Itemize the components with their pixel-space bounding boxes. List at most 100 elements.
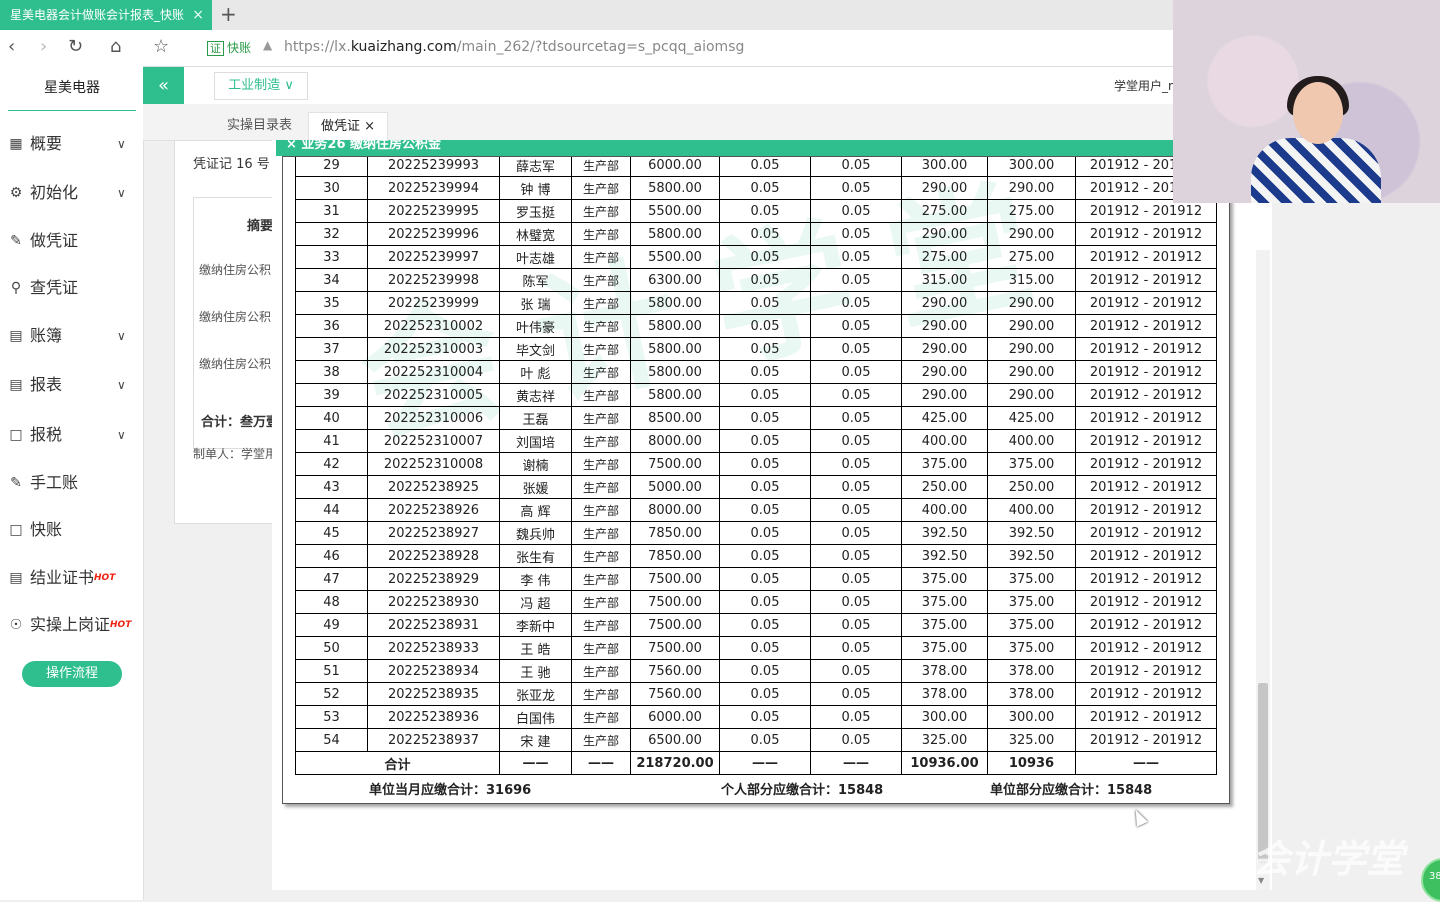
sidebar-item-init[interactable]: ⚙ 初始化 ∨ (0, 178, 143, 208)
table-cell: 林璧宽 (499, 222, 572, 246)
table-row: 47 20225238929 李 伟生产部 7500.00 0.05 0.05 375.00… (295, 567, 1217, 591)
sidebar-item-tax[interactable]: □ 报税 ∨ (0, 420, 143, 450)
table-cell: 叶伟豪 (499, 314, 572, 338)
table-cell: 275.00 (987, 245, 1076, 269)
sidebar-item-job-cert[interactable]: ☉ 实操上岗证HOT (0, 610, 143, 640)
modal-scrollbar[interactable] (1256, 250, 1270, 890)
back-icon[interactable]: ‹ (8, 36, 15, 58)
sidebar-item-ledger[interactable]: ▤ 账簿 ∨ (0, 321, 143, 351)
tab-make-voucher[interactable]: 做凭证 × (308, 112, 389, 141)
sidebar-item-text: 结业证书 (30, 568, 95, 587)
table-cell: 0.05 (719, 157, 811, 177)
table-cell: 7560.00 (630, 659, 720, 683)
table-cell: 7500.00 (630, 636, 720, 660)
float-badge[interactable]: 38 (1421, 858, 1440, 902)
sidebar: 星美电器 ▦ 概要 ∨ ⚙ 初始化 ∨ ✎ 做凭证 ⚲ 查凭证 ▤ 账簿 ∨ ▤… (0, 66, 144, 900)
table-cell: 生产部 (571, 728, 631, 752)
table-cell: 20225238934 (367, 659, 500, 683)
table-cell: 36 (295, 314, 368, 338)
home-icon[interactable]: ⌂ (110, 36, 121, 58)
voucher-line[interactable]: 缴纳住房公积 (199, 308, 271, 325)
table-cell: 生产部 (571, 222, 631, 246)
reload-icon[interactable]: ↻ (68, 36, 83, 58)
table-cell: 0.05 (810, 268, 902, 292)
collapse-sidebar-button[interactable]: « (143, 67, 184, 104)
table-cell: 31 (295, 199, 368, 223)
table-cell: 218720.00 (630, 751, 720, 775)
table-cell: 6000.00 (630, 157, 720, 177)
table-cell: 5000.00 (630, 475, 720, 499)
table-cell: 7850.00 (630, 544, 720, 568)
star-icon[interactable]: ☆ (153, 36, 169, 58)
table-cell: 叶 彪 (499, 360, 572, 384)
sidebar-item-certificate[interactable]: ▤ 结业证书HOT (0, 563, 143, 593)
table-row: 33 20225239997 叶志雄 生产部 5500.00 0.05 0.05 275.00… (295, 245, 1217, 269)
table-cell: 315.00 (987, 268, 1076, 292)
table-cell: 53 (295, 705, 368, 729)
table-cell: 0.05 (719, 337, 811, 361)
presenter-face (1293, 82, 1343, 144)
table-cell: 10936.00 (901, 751, 988, 775)
table-row: 39 202252310005 黄志祥 生产部 5800.00 0.05 0.05 290.0… (295, 383, 1217, 407)
sidebar-item-find-voucher[interactable]: ⚲ 查凭证 (0, 273, 143, 303)
table-cell: 6000.00 (630, 705, 720, 729)
chevron-down-icon: ∨ (117, 137, 126, 151)
table-cell: 290.00 (987, 291, 1076, 315)
table-cell: —— (810, 751, 902, 775)
table-cell: 0.05 (810, 521, 902, 545)
table-cell: 378.00 (901, 682, 988, 706)
table-cell: 张 瑞 (499, 291, 572, 315)
table-cell: 201912 - 201912 (1075, 268, 1217, 292)
presenter-body (1251, 138, 1381, 203)
table-cell: 47 (295, 567, 368, 591)
sidebar-item-overview[interactable]: ▦ 概要 ∨ (0, 129, 143, 159)
table-cell: 20225239993 (367, 157, 500, 177)
voucher-line[interactable]: 缴纳住房公积 (199, 355, 271, 372)
table-cell: 201912 - 201912 (1075, 659, 1217, 683)
voucher-line[interactable]: 缴纳住房公积 (199, 261, 271, 278)
table-cell: 生产部 (571, 659, 631, 683)
browser-tab[interactable]: 星美电器会计做账会计报表_快账 × (0, 0, 212, 30)
table-cell: 0.05 (719, 268, 811, 292)
sidebar-item-make-voucher[interactable]: ✎ 做凭证 (0, 226, 143, 256)
table-cell: 钟 博 (499, 176, 572, 200)
table-cell: 20225239998 (367, 268, 500, 292)
url-field[interactable]: https://lx.kuaizhang.com/main_262/?tdsou… (284, 39, 744, 55)
table-cell: 325.00 (987, 728, 1076, 752)
sidebar-item-manual-books[interactable]: ✎ 手工账 (0, 468, 143, 498)
sidebar-item-reports[interactable]: ▤ 报表 ∨ (0, 370, 143, 400)
table-cell: 7500.00 (630, 590, 720, 614)
table-cell: 20225239995 (367, 199, 500, 223)
table-cell: 250.00 (987, 475, 1076, 499)
user-name[interactable]: 学堂用户_r (1114, 77, 1173, 94)
table-cell: 刘国培 (499, 429, 572, 453)
certificate-badge[interactable]: 证快账 (207, 39, 251, 56)
table-cell: 5800.00 (630, 314, 720, 338)
forward-icon[interactable]: › (40, 36, 47, 58)
table-cell: 32 (295, 222, 368, 246)
table-cell: 0.05 (810, 337, 902, 361)
table-cell: 290.00 (901, 360, 988, 384)
table-cell: 325.00 (901, 728, 988, 752)
summary-personal: 个人部分应缴合计：15848 (721, 783, 884, 798)
close-icon[interactable]: × (192, 0, 204, 30)
table-cell: 400.00 (901, 498, 988, 522)
table-cell: 202252310005 (367, 383, 500, 407)
close-icon[interactable]: × (364, 119, 375, 134)
table-cell: 29 (295, 157, 368, 177)
table-cell: 20225238927 (367, 521, 500, 545)
table-cell: 201912 - 201912 (1075, 222, 1217, 246)
sidebar-item-quick-books[interactable]: □ 快账 (0, 515, 143, 545)
document-icon: □ (9, 522, 23, 538)
table-cell: 48 (295, 590, 368, 614)
industry-select[interactable]: 工业制造 ∨ (214, 72, 308, 100)
tab-practice-catalog[interactable]: 实操目录表 (215, 112, 304, 140)
table-cell: —— (571, 751, 631, 775)
table-cell: 6500.00 (630, 728, 720, 752)
table-cell: 0.05 (719, 590, 811, 614)
table-cell: 0.05 (810, 498, 902, 522)
table-cell: 378.00 (901, 659, 988, 683)
new-tab-icon[interactable]: + (220, 2, 237, 26)
process-flow-button[interactable]: 操作流程 (22, 661, 122, 687)
table-cell: 0.05 (810, 222, 902, 246)
